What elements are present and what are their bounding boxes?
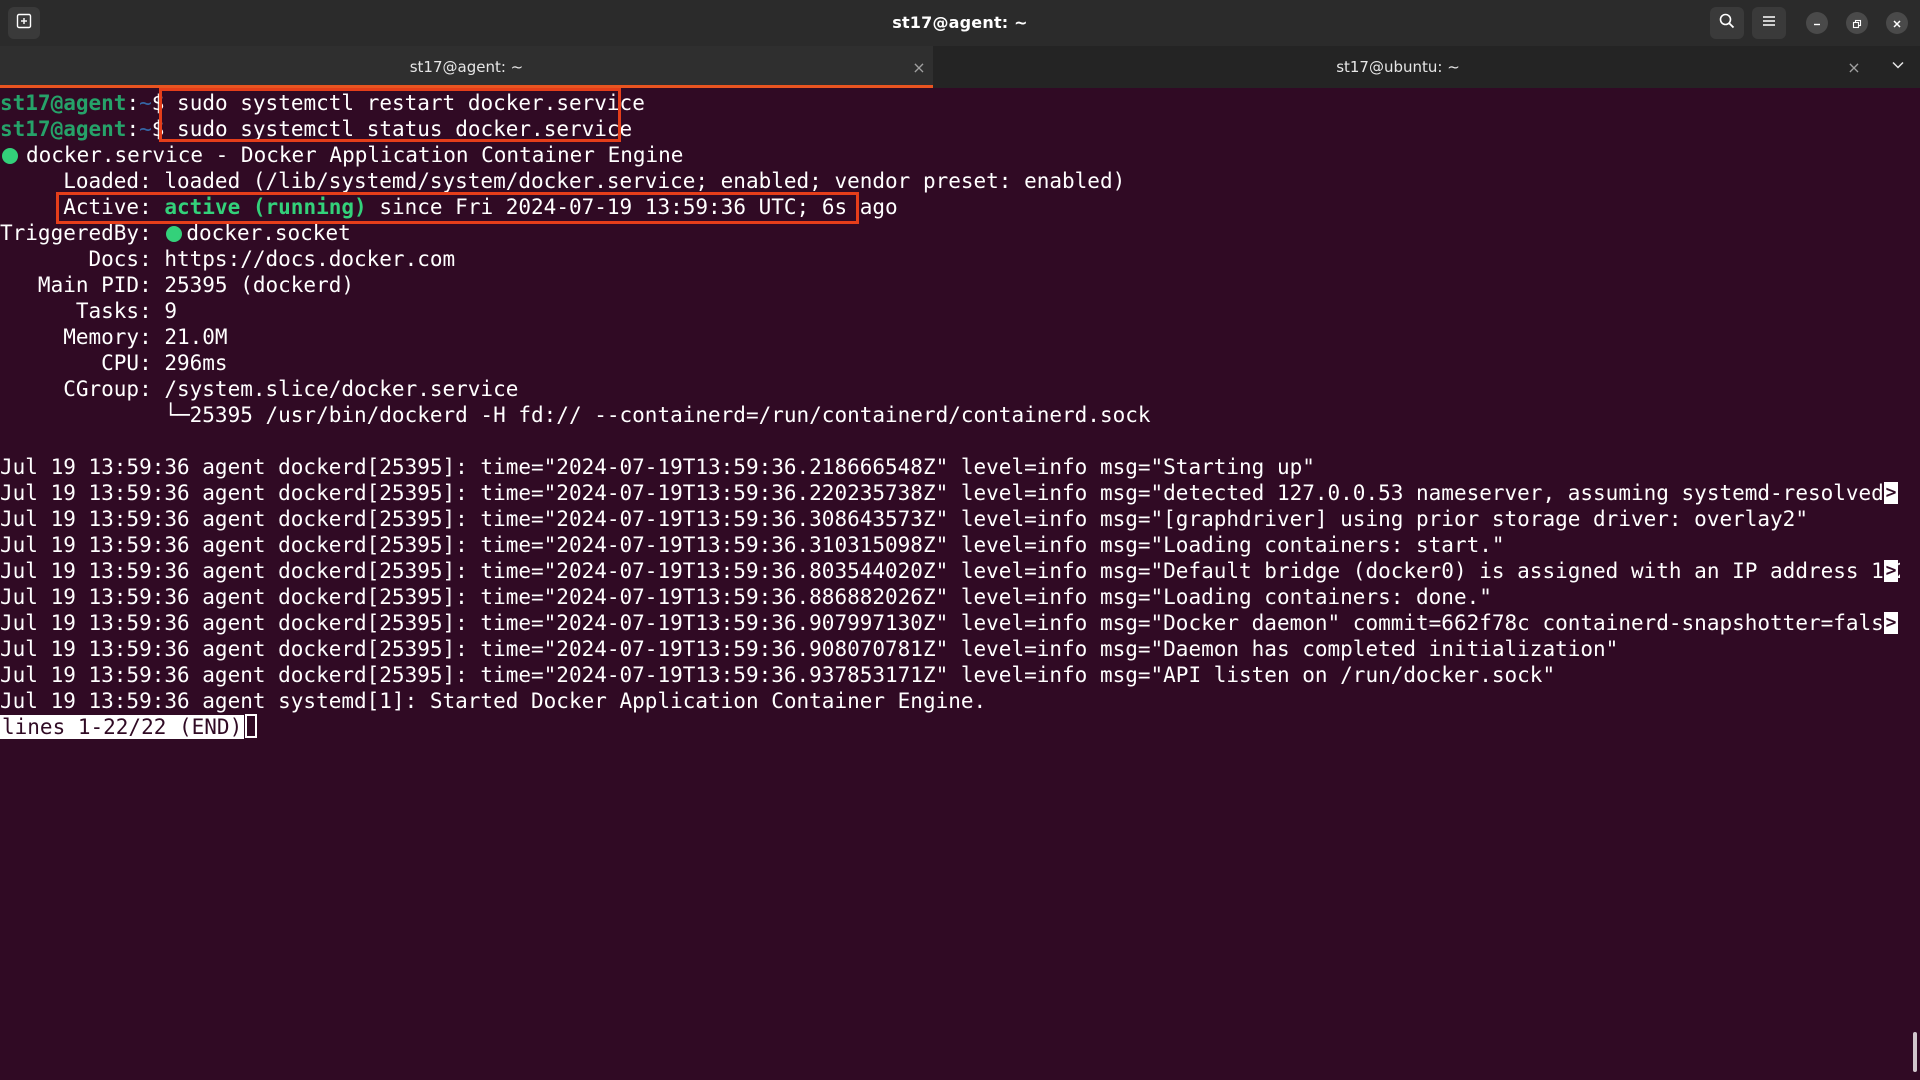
minimize-button[interactable]	[1806, 12, 1828, 34]
close-icon: ×	[1847, 57, 1861, 77]
log-line: Jul 19 13:59:36 agent dockerd[25395]: ti…	[0, 533, 1505, 557]
maximize-icon	[1852, 14, 1862, 33]
tab-close-button[interactable]: ×	[907, 46, 931, 88]
log-line: Jul 19 13:59:36 agent dockerd[25395]: ti…	[0, 481, 1900, 505]
status-active-dot-icon	[2, 148, 18, 164]
window-titlebar: st17@agent: ~	[0, 0, 1920, 46]
log-line: Jul 19 13:59:36 agent dockerd[25395]: ti…	[0, 559, 1900, 583]
status-docs-line: Docs: https://docs.docker.com	[0, 247, 456, 271]
chevron-down-icon	[1891, 58, 1905, 76]
hamburger-menu-icon	[1761, 13, 1777, 33]
log-line: Jul 19 13:59:36 agent dockerd[25395]: ti…	[0, 637, 1619, 661]
log-line: Jul 19 13:59:36 agent dockerd[25395]: ti…	[0, 663, 1556, 687]
command-line: st17@agent:~$ sudo systemctl status dock…	[0, 116, 1900, 142]
text-cursor	[245, 714, 258, 738]
status-main-pid-line: Main PID: 25395 (dockerd)	[0, 273, 355, 297]
pager-status-line: lines 1-22/22 (END)	[0, 714, 1900, 740]
close-icon	[1892, 14, 1902, 33]
active-state: active (running)	[164, 195, 367, 219]
status-triggeredby-line: TriggeredBy: docker.socket	[0, 221, 351, 245]
close-icon: ×	[912, 57, 926, 77]
truncation-marker: >	[1884, 482, 1898, 504]
close-button[interactable]	[1886, 12, 1908, 34]
socket-active-dot-icon	[166, 226, 183, 242]
tabs-dropdown-button[interactable]	[1882, 51, 1914, 83]
scrollbar-thumb[interactable]	[1913, 1032, 1917, 1072]
status-cgroup-child-line: └─25395 /usr/bin/dockerd -H fd:// --cont…	[0, 403, 1151, 427]
status-memory-line: Memory: 21.0M	[0, 325, 228, 349]
truncation-marker: >	[1884, 560, 1898, 582]
tab-label: st17@agent: ~	[409, 58, 524, 76]
status-cgroup-line: CGroup: /system.slice/docker.service	[0, 377, 519, 401]
command-text: sudo systemctl restart docker.service	[177, 91, 645, 115]
tab-label: st17@ubuntu: ~	[1336, 58, 1460, 76]
minimize-icon	[1812, 14, 1822, 33]
pager-status: lines 1-22/22 (END)	[0, 715, 245, 739]
status-loaded-line: Loaded: loaded (/lib/systemd/system/dock…	[0, 169, 1126, 193]
prompt-path: ~	[139, 117, 152, 141]
status-tasks-line: Tasks: 9	[0, 299, 178, 323]
search-button[interactable]	[1710, 7, 1744, 39]
prompt-path: ~	[139, 91, 152, 115]
log-line: Jul 19 13:59:36 agent dockerd[25395]: ti…	[0, 611, 1900, 635]
maximize-button[interactable]	[1846, 12, 1868, 34]
prompt-symbol: $	[151, 91, 178, 115]
prompt-user: st17@agent	[0, 117, 127, 141]
tab-close-button[interactable]: ×	[1842, 46, 1866, 88]
menu-button[interactable]	[1752, 7, 1786, 39]
status-cpu-line: CPU: 296ms	[0, 351, 228, 375]
prompt-symbol: $	[151, 117, 178, 141]
search-icon	[1719, 13, 1735, 33]
prompt-user: st17@agent	[0, 91, 127, 115]
prompt-separator: :	[126, 117, 140, 141]
tab-st17-agent[interactable]: st17@agent: ~ ×	[0, 46, 933, 88]
log-line: Jul 19 13:59:36 agent dockerd[25395]: ti…	[0, 585, 1492, 609]
tab-bar: st17@agent: ~ × st17@ubuntu: ~ ×	[0, 46, 1920, 88]
log-line: Jul 19 13:59:36 agent dockerd[25395]: ti…	[0, 507, 1808, 531]
log-line: Jul 19 13:59:36 agent dockerd[25395]: ti…	[0, 455, 1315, 479]
command-text: sudo systemctl status docker.service	[177, 117, 633, 141]
window-title: st17@agent: ~	[892, 13, 1028, 32]
terminal-output[interactable]: st17@agent:~$ sudo systemctl restart doc…	[0, 88, 1920, 1080]
status-active-line: Active: active (running) since Fri 2024-…	[0, 195, 898, 219]
prompt-separator: :	[126, 91, 140, 115]
command-line: st17@agent:~$ sudo systemctl restart doc…	[0, 90, 1900, 116]
truncation-marker: >	[1884, 612, 1898, 634]
log-line: Jul 19 13:59:36 agent systemd[1]: Starte…	[0, 689, 987, 713]
tab-st17-ubuntu[interactable]: st17@ubuntu: ~ ×	[933, 46, 1863, 88]
status-service-line: docker.service - Docker Application Cont…	[0, 142, 1900, 168]
